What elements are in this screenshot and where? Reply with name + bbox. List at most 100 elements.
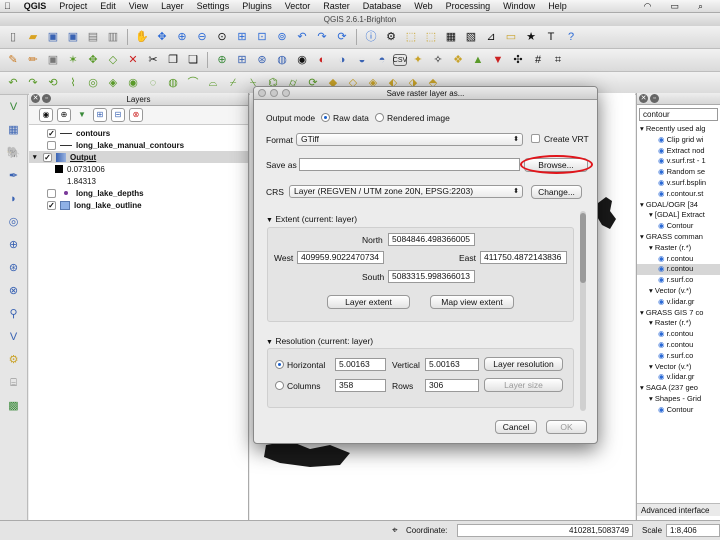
- rendered-image-radio[interactable]: Rendered image: [375, 113, 450, 123]
- processing-tree-item[interactable]: ◉ v.lidar.gr: [637, 372, 720, 383]
- save-project-icon[interactable]: ▣: [44, 28, 62, 46]
- map-tips-icon[interactable]: ▭: [502, 28, 520, 46]
- float-icon[interactable]: ▫: [650, 94, 659, 103]
- processing-tree-item[interactable]: ▾ GRASS comman: [637, 232, 720, 243]
- add-delimited-text-icon[interactable]: ⚲: [4, 305, 24, 324]
- processing-tree-item[interactable]: ▾ GDAL/OGR [34: [637, 200, 720, 211]
- processing-tree-item[interactable]: ◉ r.contou: [637, 264, 720, 276]
- processing-tree-item[interactable]: ▾ Raster (r.*): [637, 318, 720, 329]
- help-icon[interactable]: ?: [562, 28, 580, 46]
- scale-combo[interactable]: 1:8,406: [666, 524, 720, 537]
- processing-tree-item[interactable]: ◉ Random se: [637, 167, 720, 178]
- add-oracle-icon[interactable]: ◐: [313, 51, 331, 69]
- deselect-icon[interactable]: ⬚: [422, 28, 440, 46]
- cancel-button[interactable]: Cancel: [495, 420, 537, 434]
- plugin-three-icon[interactable]: ▼: [489, 51, 507, 69]
- add-virtual-layer-icon[interactable]: ⚙: [4, 351, 24, 370]
- layer-extent-button[interactable]: Layer extent: [327, 295, 410, 309]
- processing-tree-item[interactable]: ◉ Clip grid wi: [637, 135, 720, 146]
- add-mssql-layer-icon[interactable]: ◗: [4, 190, 24, 209]
- horizontal-radio[interactable]: Horizontal: [275, 360, 325, 370]
- save-edits-icon[interactable]: ▣: [44, 51, 62, 69]
- layer-size-button[interactable]: Layer size: [484, 378, 563, 392]
- processing-tree-item[interactable]: ◉ r.contou: [637, 340, 720, 351]
- close-icon[interactable]: ✕: [31, 94, 40, 103]
- crs-select[interactable]: Layer (REGVEN / UTM zone 20N, EPSG:2203)…: [289, 185, 523, 198]
- columns-input[interactable]: 358: [335, 379, 386, 392]
- zoom-layer-icon[interactable]: ⊚: [273, 28, 291, 46]
- menu-view[interactable]: View: [129, 1, 148, 11]
- layer-checkbox[interactable]: [47, 188, 56, 198]
- battery-icon[interactable]: ▭: [670, 1, 679, 12]
- add-postgis-layer-icon[interactable]: 🐘: [4, 144, 24, 163]
- new-vector-layer-icon[interactable]: V: [4, 328, 24, 347]
- delete-selected-icon[interactable]: ✕: [124, 51, 142, 69]
- zoom-native-icon[interactable]: ⊙: [213, 28, 231, 46]
- menu-processing[interactable]: Processing: [446, 1, 491, 11]
- grid-icon[interactable]: ⌗: [549, 51, 567, 69]
- layer-resolution-button[interactable]: Layer resolution: [484, 357, 563, 371]
- new-spatialite-icon[interactable]: ✧: [429, 51, 447, 69]
- menu-project[interactable]: Project: [59, 1, 87, 11]
- node-tool-icon[interactable]: ◇: [104, 51, 122, 69]
- visibility-icon[interactable]: ◉: [39, 108, 53, 122]
- add-wfs-layer-icon[interactable]: ⊗: [4, 282, 24, 301]
- processing-tree-item[interactable]: ◉ r.contou: [637, 329, 720, 340]
- add-wms-icon[interactable]: ◑: [333, 51, 351, 69]
- split-features-icon[interactable]: ⌿: [224, 74, 242, 92]
- menu-help[interactable]: Help: [548, 1, 567, 11]
- menu-plugins[interactable]: Plugins: [242, 1, 272, 11]
- processing-tree-item[interactable]: ▾ Vector (v.*): [637, 286, 720, 297]
- pan-icon[interactable]: ✋: [133, 28, 151, 46]
- processing-tree-item[interactable]: ◉ r.surf.co: [637, 351, 720, 362]
- add-part-icon[interactable]: ◈: [104, 74, 122, 92]
- add-group-icon[interactable]: ⊕: [57, 108, 71, 122]
- minimize-icon[interactable]: [270, 89, 278, 97]
- spotlight-icon[interactable]: ⌕: [698, 1, 703, 12]
- save-as-icon[interactable]: ▣: [64, 28, 82, 46]
- zoom-icon[interactable]: [282, 89, 290, 97]
- add-spatialite-layer-icon[interactable]: ✒: [4, 167, 24, 186]
- format-select[interactable]: GTiff ⬍: [296, 133, 523, 146]
- processing-tree-item[interactable]: ▾ [GDAL] Extract: [637, 210, 720, 221]
- map-view-extent-button[interactable]: Map view extent: [430, 295, 514, 309]
- redo-icon[interactable]: ↷: [24, 74, 42, 92]
- add-csv-icon[interactable]: CSV: [393, 54, 407, 66]
- rotate-icon[interactable]: ⟲: [44, 74, 62, 92]
- change-crs-button[interactable]: Change...: [531, 185, 582, 199]
- fill-ring-icon[interactable]: ◉: [124, 74, 142, 92]
- processing-tree-item[interactable]: ◉ v.lidar.gr: [637, 297, 720, 308]
- composer-manager-icon[interactable]: ▥: [104, 28, 122, 46]
- plugin-four-icon[interactable]: ✣: [509, 51, 527, 69]
- remove-layer-icon[interactable]: ⊗: [129, 108, 143, 122]
- select-features-icon[interactable]: ⬚: [402, 28, 420, 46]
- layer-checkbox[interactable]: [47, 140, 56, 150]
- new-project-icon[interactable]: ▯: [4, 28, 22, 46]
- add-oracle-layer-icon[interactable]: ◎: [4, 213, 24, 232]
- horizontal-input[interactable]: 5.00163: [335, 358, 386, 371]
- processing-tree-item[interactable]: ▾ Raster (r.*): [637, 243, 720, 254]
- menu-raster[interactable]: Raster: [323, 1, 350, 11]
- field-calculator-icon[interactable]: ▧: [462, 28, 480, 46]
- add-vector-icon[interactable]: ⊕: [213, 51, 231, 69]
- processing-tree-item[interactable]: ◉ r.contour.st: [637, 189, 720, 200]
- menu-settings[interactable]: Settings: [197, 1, 230, 11]
- add-mssql-icon[interactable]: ◉: [293, 51, 311, 69]
- layer-item-output[interactable]: ▾ ✓ Output: [29, 151, 248, 163]
- move-feature-icon[interactable]: ✥: [84, 51, 102, 69]
- filter-icon[interactable]: ▼: [75, 108, 89, 122]
- layer-item-long-lake-outline[interactable]: ✓ long_lake_outline: [29, 199, 248, 211]
- paste-features-icon[interactable]: ❏: [184, 51, 202, 69]
- layer-item-contours[interactable]: ✓ contours: [29, 127, 248, 139]
- add-raster-icon[interactable]: ⊞: [233, 51, 251, 69]
- add-gpx-icon[interactable]: ⌸: [4, 374, 24, 393]
- toggle-editing-icon[interactable]: ✏: [24, 51, 42, 69]
- processing-tree-item[interactable]: ◉ Contour: [637, 221, 720, 232]
- bookmark-icon[interactable]: ★: [522, 28, 540, 46]
- processing-tree-item[interactable]: ◉ r.surf.co: [637, 275, 720, 286]
- add-postgis-icon[interactable]: ⊛: [253, 51, 271, 69]
- extent-section-title[interactable]: ▼ Extent (current: layer): [266, 214, 357, 224]
- coordinate-icon[interactable]: ⌖: [392, 525, 398, 536]
- processing-search-input[interactable]: contour: [639, 108, 718, 121]
- scrollbar-thumb[interactable]: [580, 213, 586, 283]
